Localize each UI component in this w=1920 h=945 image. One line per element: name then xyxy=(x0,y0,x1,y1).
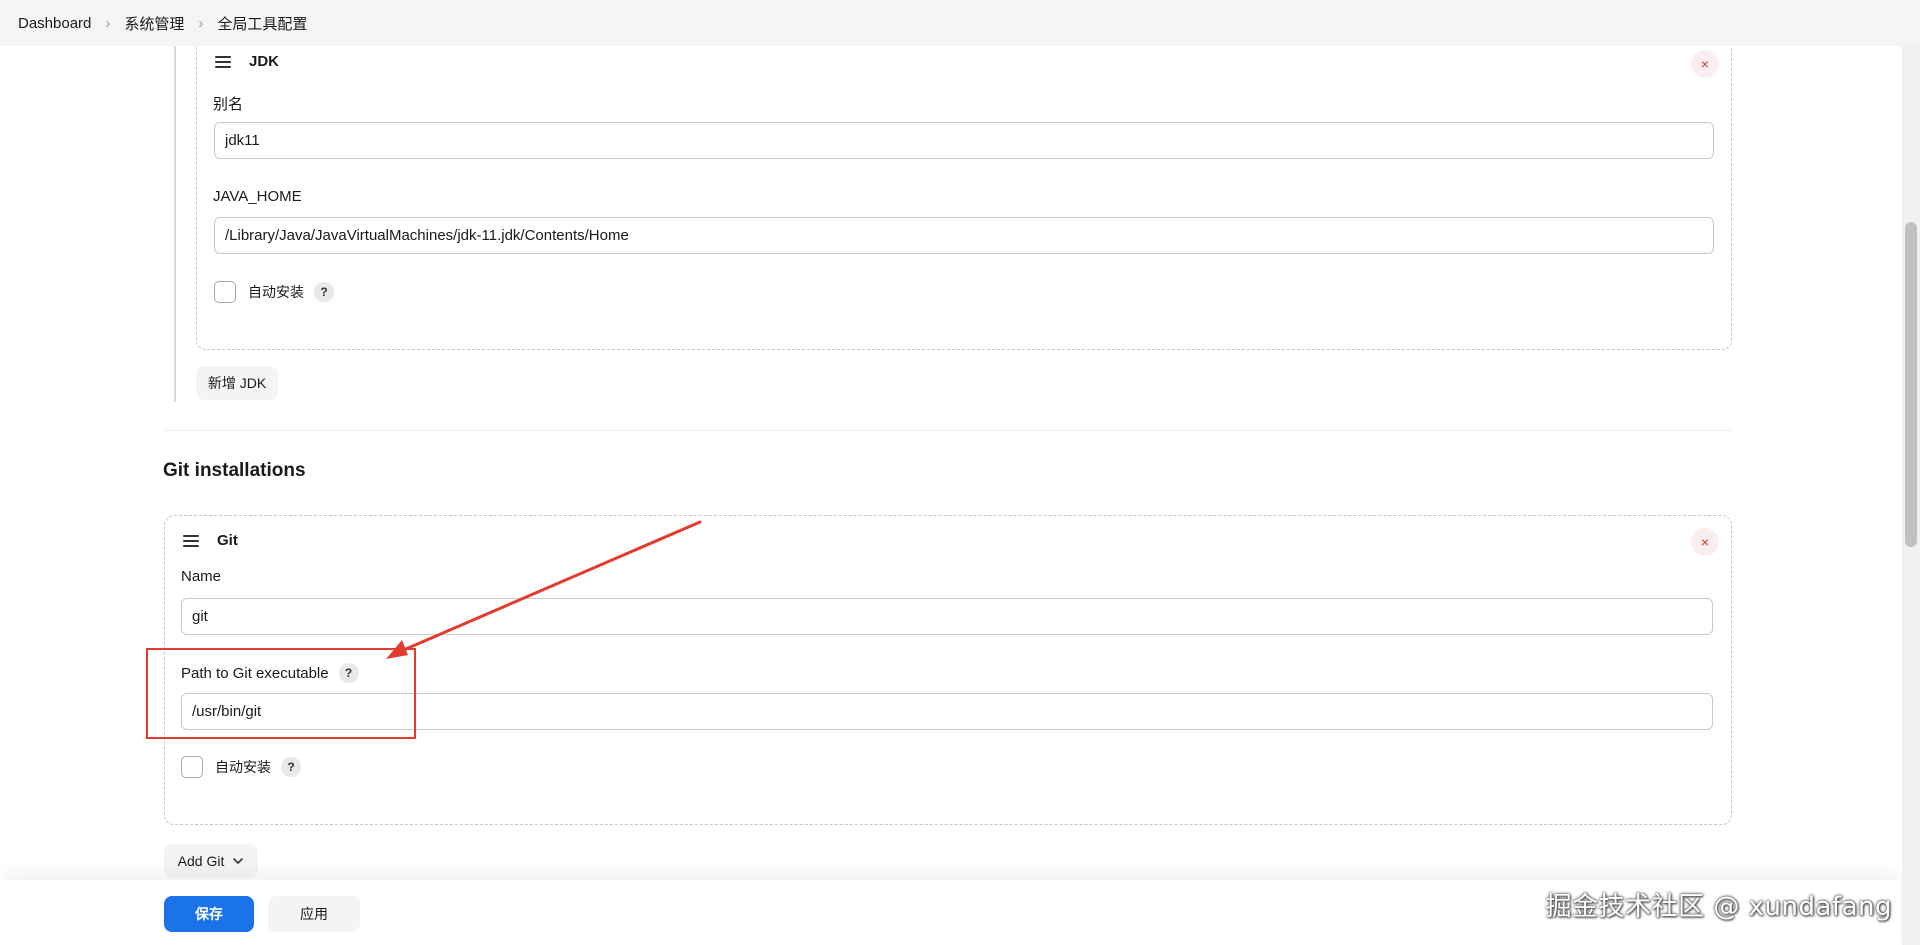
jdk-auto-install-row: 自动安装 ? xyxy=(214,281,334,303)
java-home-label-text: JAVA_HOME xyxy=(213,188,302,205)
jdk-block-header: JDK xyxy=(215,53,279,70)
close-icon: × xyxy=(1700,56,1710,72)
add-jdk-button[interactable]: 新增 JDK xyxy=(196,366,278,400)
git-auto-install-label: 自动安装 xyxy=(215,759,271,775)
git-block-title: Git xyxy=(217,532,238,549)
git-name-label-text: Name xyxy=(181,568,222,585)
breadcrumb-dashboard[interactable]: Dashboard xyxy=(18,15,91,32)
section-indent-line xyxy=(174,46,176,402)
java-home-label: JAVA_HOME xyxy=(213,188,302,205)
apply-button[interactable]: 应用 xyxy=(268,896,360,932)
alias-input[interactable] xyxy=(214,122,1714,159)
git-name-label: Name xyxy=(181,568,221,585)
delete-jdk-button[interactable]: × xyxy=(1691,50,1719,78)
annotation-highlight-box xyxy=(146,648,416,739)
chevron-right-icon: › xyxy=(198,14,204,32)
help-icon[interactable]: ? xyxy=(314,282,334,302)
help-icon[interactable]: ? xyxy=(281,757,301,777)
alias-label-text: 别名 xyxy=(213,96,244,113)
chevron-down-icon xyxy=(233,858,244,864)
close-icon: × xyxy=(1700,534,1710,550)
main-content: JDK × 别名 JAVA_HOME 自动安装 ? 新增 JDK Git ins… xyxy=(0,0,1900,945)
add-git-button[interactable]: Add Git xyxy=(164,844,258,878)
watermark-text: 掘金技术社区 @ xundafang xyxy=(1545,892,1892,922)
breadcrumb: Dashboard › 系统管理 › 全局工具配置 xyxy=(0,0,1920,46)
jdk-auto-install-label: 自动安装 xyxy=(248,284,304,300)
section-divider xyxy=(164,430,1732,431)
chevron-right-icon: › xyxy=(105,14,111,32)
drag-handle-icon[interactable] xyxy=(215,55,231,68)
git-auto-install-row: 自动安装 ? xyxy=(181,756,301,778)
git-section-title: Git installations xyxy=(163,460,306,481)
add-git-label: Add Git xyxy=(177,853,225,869)
git-auto-install-checkbox[interactable] xyxy=(181,756,203,778)
scrollbar-thumb[interactable] xyxy=(1905,222,1917,547)
save-button[interactable]: 保存 xyxy=(164,896,254,932)
add-jdk-label: 新增 JDK xyxy=(207,375,267,391)
scrollbar-track[interactable] xyxy=(1902,0,1920,945)
git-name-input[interactable] xyxy=(181,598,1713,635)
breadcrumb-global-tool-config[interactable]: 全局工具配置 xyxy=(217,13,307,34)
jdk-auto-install-checkbox[interactable] xyxy=(214,281,236,303)
breadcrumb-system-manage[interactable]: 系统管理 xyxy=(124,13,184,34)
drag-handle-icon[interactable] xyxy=(183,534,199,547)
alias-label: 别名 xyxy=(213,93,243,114)
delete-git-button[interactable]: × xyxy=(1691,528,1719,556)
git-block-header: Git xyxy=(183,532,238,549)
jdk-block-title: JDK xyxy=(249,53,280,70)
jdk-installation-block: JDK × 别名 JAVA_HOME 自动安装 ? xyxy=(196,30,1732,350)
java-home-input[interactable] xyxy=(214,217,1714,254)
